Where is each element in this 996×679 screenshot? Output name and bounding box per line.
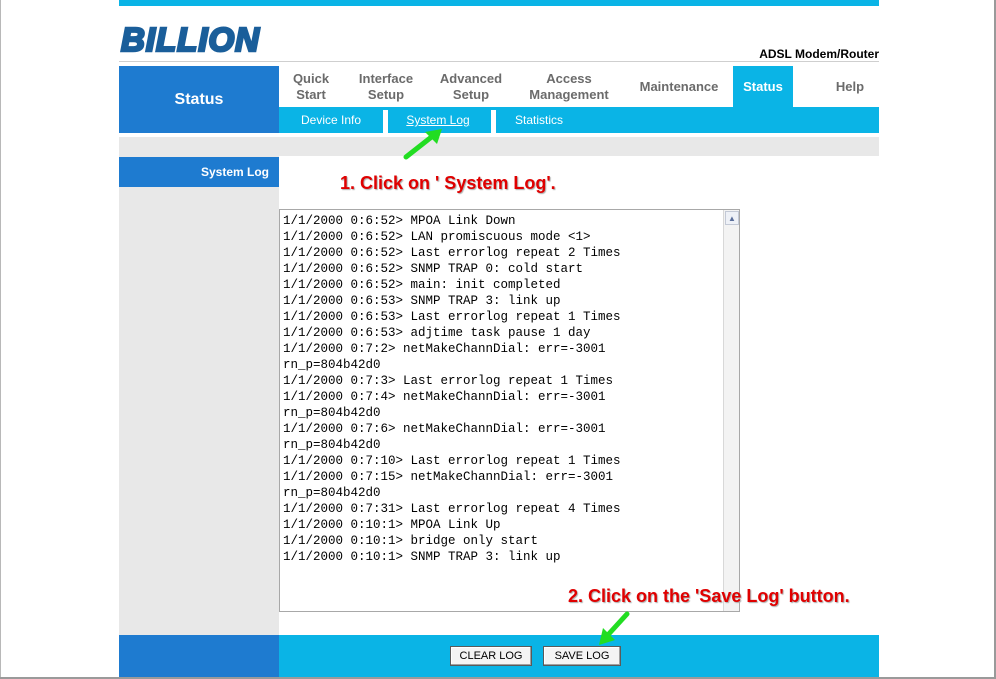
log-line: 1/1/2000 0:10:1> SNMP TRAP 3: link up [283,550,561,564]
svg-text:BILLION: BILLION [121,21,260,58]
log-line: 1/1/2000 0:6:53> Last errorlog repeat 1 … [283,310,621,324]
log-line: 1/1/2000 0:6:52> SNMP TRAP 0: cold start [283,262,584,276]
router-admin-page: BILLION BILLION ADSL Modem/Router Status… [119,0,879,677]
left-column [119,156,279,635]
sub-nav: Device Info System Log Statistics [279,107,879,133]
window-border-left [0,0,1,679]
log-line: 1/1/2000 0:7:15> netMakeChannDial: err=-… [283,470,614,484]
section-title: Status [119,66,279,133]
subnav-separator [491,110,496,133]
log-line: rn_p=804b42d0 [283,358,381,372]
scroll-up-arrow-icon[interactable]: ▲ [725,211,739,225]
save-log-button[interactable]: SAVE LOG [543,646,621,666]
subnav-separator [383,110,388,133]
content-header-bar [119,137,879,156]
billion-logo: BILLION BILLION [120,20,261,58]
log-line: 1/1/2000 0:6:53> SNMP TRAP 3: link up [283,294,561,308]
log-line: 1/1/2000 0:10:1> MPOA Link Up [283,518,501,532]
log-line: 1/1/2000 0:7:3> Last errorlog repeat 1 T… [283,374,614,388]
annotation-step-1: 1. Click on ' System Log'. [340,173,556,193]
log-line: 1/1/2000 0:6:53> adjtime task pause 1 da… [283,326,591,340]
log-line: 1/1/2000 0:6:52> LAN promiscuous mode <1… [283,230,591,244]
product-name: ADSL Modem/Router [759,47,879,61]
log-line: 1/1/2000 0:7:2> netMakeChannDial: err=-3… [283,342,606,356]
top-accent-stripe [119,0,879,6]
clear-log-button[interactable]: CLEAR LOG [450,646,532,666]
nav-status[interactable]: Status [733,66,793,107]
log-line: 1/1/2000 0:7:6> netMakeChannDial: err=-3… [283,422,606,436]
main-nav: Quick Start Interface Setup Advanced Set… [279,66,879,107]
log-line: rn_p=804b42d0 [283,438,381,452]
log-scrollbar[interactable]: ▲ [723,210,739,611]
nav-advanced-setup[interactable]: Advanced Setup [429,66,513,107]
nav-quick-start[interactable]: Quick Start [279,66,343,107]
nav-interface-setup[interactable]: Interface Setup [343,66,429,107]
log-line: rn_p=804b42d0 [283,486,381,500]
footer-left-block [119,635,279,677]
log-line: 1/1/2000 0:6:52> Last errorlog repeat 2 … [283,246,621,260]
header-divider [119,61,879,62]
arrow-to-save-log-icon [599,611,630,645]
log-line: 1/1/2000 0:6:52> main: init completed [283,278,561,292]
log-line: 1/1/2000 0:7:4> netMakeChannDial: err=-3… [283,390,606,404]
log-line: 1/1/2000 0:10:1> bridge only start [283,534,539,548]
nav-access-management[interactable]: Access Management [513,66,625,107]
nav-maintenance[interactable]: Maintenance [625,66,733,107]
nav-help[interactable]: Help [793,66,879,107]
log-line: rn_p=804b42d0 [283,406,381,420]
log-content: 1/1/2000 0:6:52> MPOA Link Down 1/1/2000 … [283,213,723,565]
sidebar-item-system-log[interactable]: System Log [119,157,279,187]
system-log-textarea[interactable]: 1/1/2000 0:6:52> MPOA Link Down 1/1/2000 … [279,209,740,612]
log-line: 1/1/2000 0:7:10> Last errorlog repeat 1 … [283,454,621,468]
arrow-to-system-log-icon [403,129,442,160]
annotation-step-2: 2. Click on the 'Save Log' button. [568,586,850,606]
log-line: 1/1/2000 0:6:52> MPOA Link Down [283,214,516,228]
subnav-statistics[interactable]: Statistics [501,107,577,133]
log-line: 1/1/2000 0:7:31> Last errorlog repeat 4 … [283,502,621,516]
subnav-device-info[interactable]: Device Info [289,107,373,133]
